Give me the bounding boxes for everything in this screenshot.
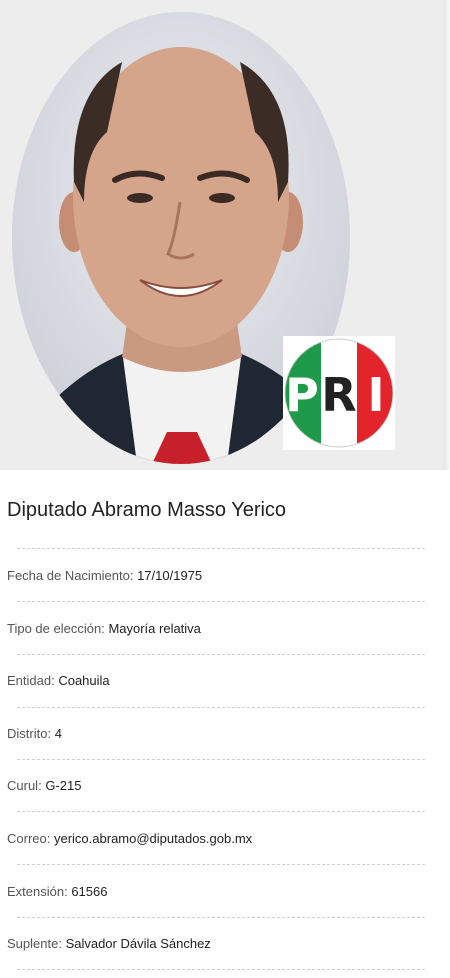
field-value: G-215: [45, 778, 82, 793]
field-email: Correo: yerico.abramo@diputados.gob.mx: [7, 831, 252, 847]
field-label: Tipo de elección:: [7, 621, 105, 636]
field-election-type: Tipo de elección: Mayoría relativa: [7, 621, 201, 637]
field-label: Extensión:: [7, 884, 68, 899]
deputy-info-panel: Diputado Abramo Masso Yerico Fecha de Na…: [0, 470, 450, 978]
field-value: 17/10/1975: [137, 568, 203, 583]
dashed-divider: [17, 917, 425, 918]
field-substitute: Suplente: Salvador Dávila Sánchez: [7, 936, 211, 952]
dashed-divider: [17, 654, 425, 655]
dashed-divider: [17, 759, 425, 760]
dashed-divider: [17, 548, 425, 549]
field-extension: Extensión: 61566: [7, 884, 107, 900]
field-district: Distrito: 4: [7, 726, 62, 742]
dashed-divider: [17, 864, 425, 865]
field-value: Coahuila: [58, 673, 110, 688]
dashed-divider: [17, 707, 425, 708]
dashed-divider: [17, 811, 425, 812]
field-label: Suplente:: [7, 936, 62, 951]
field-value: Salvador Dávila Sánchez: [65, 936, 211, 951]
field-birth-date: Fecha de Nacimiento: 17/10/1975: [7, 568, 202, 584]
party-letter: R: [321, 368, 356, 422]
field-state: Entidad: Coahuila: [7, 673, 110, 689]
field-label: Correo:: [7, 831, 51, 846]
photo-shadow: [443, 0, 450, 470]
field-value: 4: [54, 726, 62, 741]
photo-area: P R I: [0, 0, 443, 470]
field-label: Curul:: [7, 778, 42, 793]
field-seat: Curul: G-215: [7, 778, 81, 794]
field-label: Entidad:: [7, 673, 55, 688]
party-letter: I: [367, 368, 384, 422]
party-letter: P: [285, 368, 319, 422]
field-value: Mayoría relativa: [108, 621, 201, 636]
field-label: Distrito:: [7, 726, 52, 741]
deputy-name-title: Diputado Abramo Masso Yerico: [7, 499, 287, 521]
dashed-divider: [17, 969, 425, 970]
dashed-divider: [17, 601, 425, 602]
field-value: 61566: [71, 884, 108, 899]
party-logo: P R I: [283, 336, 395, 450]
email-link[interactable]: yerico.abramo@diputados.gob.mx: [54, 831, 252, 846]
field-label: Fecha de Nacimiento:: [7, 568, 134, 583]
